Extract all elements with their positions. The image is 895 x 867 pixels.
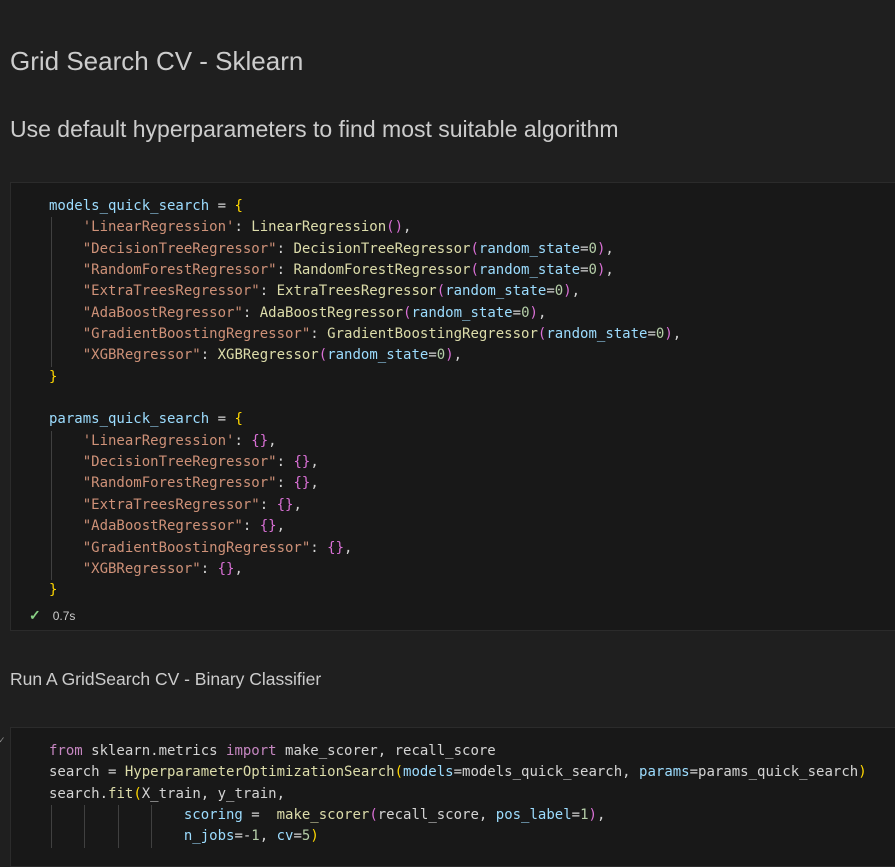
code-line-model: "DecisionTreeRegressor": DecisionTreeReg… xyxy=(49,238,681,261)
code-line-model: "XGBRegressor": XGBRegressor(random_stat… xyxy=(49,345,681,367)
markdown-subtitle: Use default hyperparameters to find most… xyxy=(10,116,619,142)
indent-guide xyxy=(51,281,52,303)
indent-guide xyxy=(51,430,52,453)
markdown-section: Run A GridSearch CV - Binary Classifier xyxy=(10,669,322,689)
code-line-models-start: models_quick_search = { xyxy=(49,198,243,214)
code-line-model: "AdaBoostRegressor": AdaBoostRegressor(r… xyxy=(49,302,681,325)
code-editor[interactable]: models_quick_search = { 'LinearRegressio… xyxy=(49,196,681,602)
code-editor[interactable]: from sklearn.metrics import make_scorer,… xyxy=(49,741,867,848)
code-line-fit: search.fit(X_train, y_train, xyxy=(49,785,286,802)
code-line-model: "RandomForestRegressor": RandomForestReg… xyxy=(49,260,681,282)
markdown-title: Grid Search CV - Sklearn xyxy=(10,46,304,76)
code-line-param: "RandomForestRegressor": {}, xyxy=(49,473,681,495)
check-icon: ✓ xyxy=(29,607,41,623)
code-line-jobs: n_jobs=-1, cv=5) xyxy=(49,826,867,848)
indent-guide xyxy=(118,805,119,827)
indent-guide xyxy=(51,826,52,848)
code-line-models-end: } xyxy=(49,368,58,385)
code-line-param: "ExtraTreesRegressor": {}, xyxy=(49,494,681,517)
indent-guide xyxy=(51,217,52,239)
code-line-param: "AdaBoostRegressor": {}, xyxy=(49,516,681,538)
indent-guide xyxy=(51,302,52,325)
code-line-param: "XGBRegressor": {}, xyxy=(49,558,681,581)
indent-guide xyxy=(84,826,85,848)
indent-guide xyxy=(51,473,52,495)
code-line-model: "ExtraTreesRegressor": ExtraTreesRegress… xyxy=(49,281,681,303)
indent-guide xyxy=(51,558,52,581)
code-line-params-end: } xyxy=(49,582,58,599)
indent-guide xyxy=(151,826,152,848)
indent-guide xyxy=(51,260,52,282)
code-line-param: "DecisionTreeRegressor": {}, xyxy=(49,452,681,474)
code-line-model: "GradientBoostingRegressor": GradientBoo… xyxy=(49,324,681,346)
indent-guide xyxy=(51,238,52,261)
cell-run-check-icon: ✓ xyxy=(0,735,6,745)
indent-guide xyxy=(118,826,119,848)
code-line-params-start: params_quick_search = { xyxy=(49,411,243,428)
code-line-model: 'LinearRegression': LinearRegression(), xyxy=(49,217,681,239)
code-line-search: search = HyperparameterOptimizationSearc… xyxy=(49,764,867,781)
code-cell-search[interactable]: from sklearn.metrics import make_scorer,… xyxy=(10,727,895,867)
indent-guide xyxy=(51,537,52,559)
code-line-param: 'LinearRegression': {}, xyxy=(49,430,681,453)
indent-guide xyxy=(84,805,85,827)
code-line-import: from sklearn.metrics import make_scorer,… xyxy=(49,743,496,759)
code-cell-models[interactable]: models_quick_search = { 'LinearRegressio… xyxy=(10,182,895,631)
indent-guide xyxy=(51,516,52,538)
indent-guide xyxy=(51,494,52,517)
indent-guide xyxy=(51,452,52,474)
indent-guide xyxy=(51,324,52,346)
execution-time: 0.7s xyxy=(52,608,76,623)
code-line-scoring: scoring = make_scorer(recall_score, pos_… xyxy=(49,805,867,827)
indent-guide xyxy=(151,805,152,827)
indent-guide xyxy=(51,805,52,827)
indent-guide xyxy=(51,345,52,367)
code-line-param: "GradientBoostingRegressor": {}, xyxy=(49,537,681,559)
cell-status: ✓ 0.7s xyxy=(29,607,75,624)
